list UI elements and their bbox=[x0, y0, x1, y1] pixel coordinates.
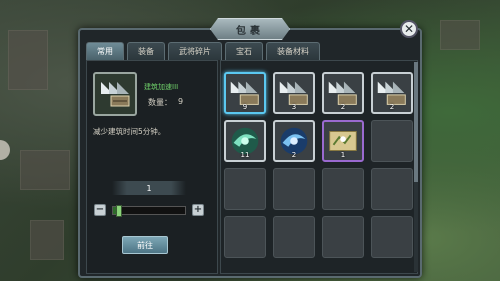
item-count: 2 bbox=[389, 103, 395, 111]
scroll-thumb[interactable] bbox=[414, 62, 418, 182]
quantity-value: 9 bbox=[178, 97, 184, 106]
grid-scrollbar[interactable] bbox=[414, 62, 418, 272]
inventory-slot[interactable]: 2 bbox=[273, 120, 315, 162]
item-name: 建筑加速III bbox=[144, 83, 179, 91]
tab-equipment[interactable]: 装备 bbox=[127, 42, 165, 60]
slider-thumb[interactable] bbox=[115, 205, 122, 217]
inventory-slot[interactable]: 1 bbox=[322, 120, 364, 162]
empty-slot[interactable] bbox=[273, 168, 315, 210]
inventory-slot[interactable]: 2 bbox=[322, 72, 364, 114]
build-speedup-icon bbox=[93, 72, 137, 116]
inventory-slot[interactable]: 11 bbox=[224, 120, 266, 162]
inventory-slot[interactable]: 9 bbox=[224, 72, 266, 114]
window-title-plate: 包裹 bbox=[210, 18, 290, 40]
tab-common[interactable]: 常用 bbox=[86, 42, 124, 60]
tab-gems[interactable]: 宝石 bbox=[225, 42, 263, 60]
empty-slot[interactable] bbox=[322, 168, 364, 210]
empty-slot[interactable] bbox=[224, 216, 266, 258]
inventory-slot[interactable]: 3 bbox=[273, 72, 315, 114]
use-count-display: 1 bbox=[112, 181, 186, 195]
item-count: 2 bbox=[291, 151, 297, 159]
tab-bar: 常用 装备 武将碎片 宝石 装备材料 bbox=[86, 42, 320, 60]
item-count: 3 bbox=[291, 103, 297, 111]
quantity-row: 数量： 9 bbox=[148, 97, 183, 108]
inventory-slot[interactable]: 2 bbox=[371, 72, 413, 114]
go-button[interactable]: 前往 bbox=[122, 236, 168, 254]
empty-slot[interactable] bbox=[371, 120, 413, 162]
quantity-label: 数量： bbox=[148, 98, 172, 107]
item-count: 9 bbox=[242, 103, 248, 111]
tab-general-shards[interactable]: 武将碎片 bbox=[168, 42, 222, 60]
tab-equipment-materials[interactable]: 装备材料 bbox=[266, 42, 320, 60]
empty-slot[interactable] bbox=[273, 216, 315, 258]
window-title: 包裹 bbox=[236, 25, 264, 37]
increase-button[interactable]: + bbox=[192, 204, 204, 216]
empty-slot[interactable] bbox=[322, 216, 364, 258]
empty-slot[interactable] bbox=[224, 168, 266, 210]
item-description: 减少建筑时间5分钟。 bbox=[93, 127, 166, 136]
quantity-slider[interactable] bbox=[112, 205, 186, 217]
empty-slot[interactable] bbox=[371, 168, 413, 210]
item-count: 1 bbox=[340, 151, 346, 159]
empty-slot[interactable] bbox=[371, 216, 413, 258]
decrease-button[interactable]: − bbox=[94, 204, 106, 216]
item-count: 11 bbox=[240, 151, 250, 159]
close-button[interactable]: ✕ bbox=[400, 20, 418, 38]
item-count: 2 bbox=[340, 103, 346, 111]
